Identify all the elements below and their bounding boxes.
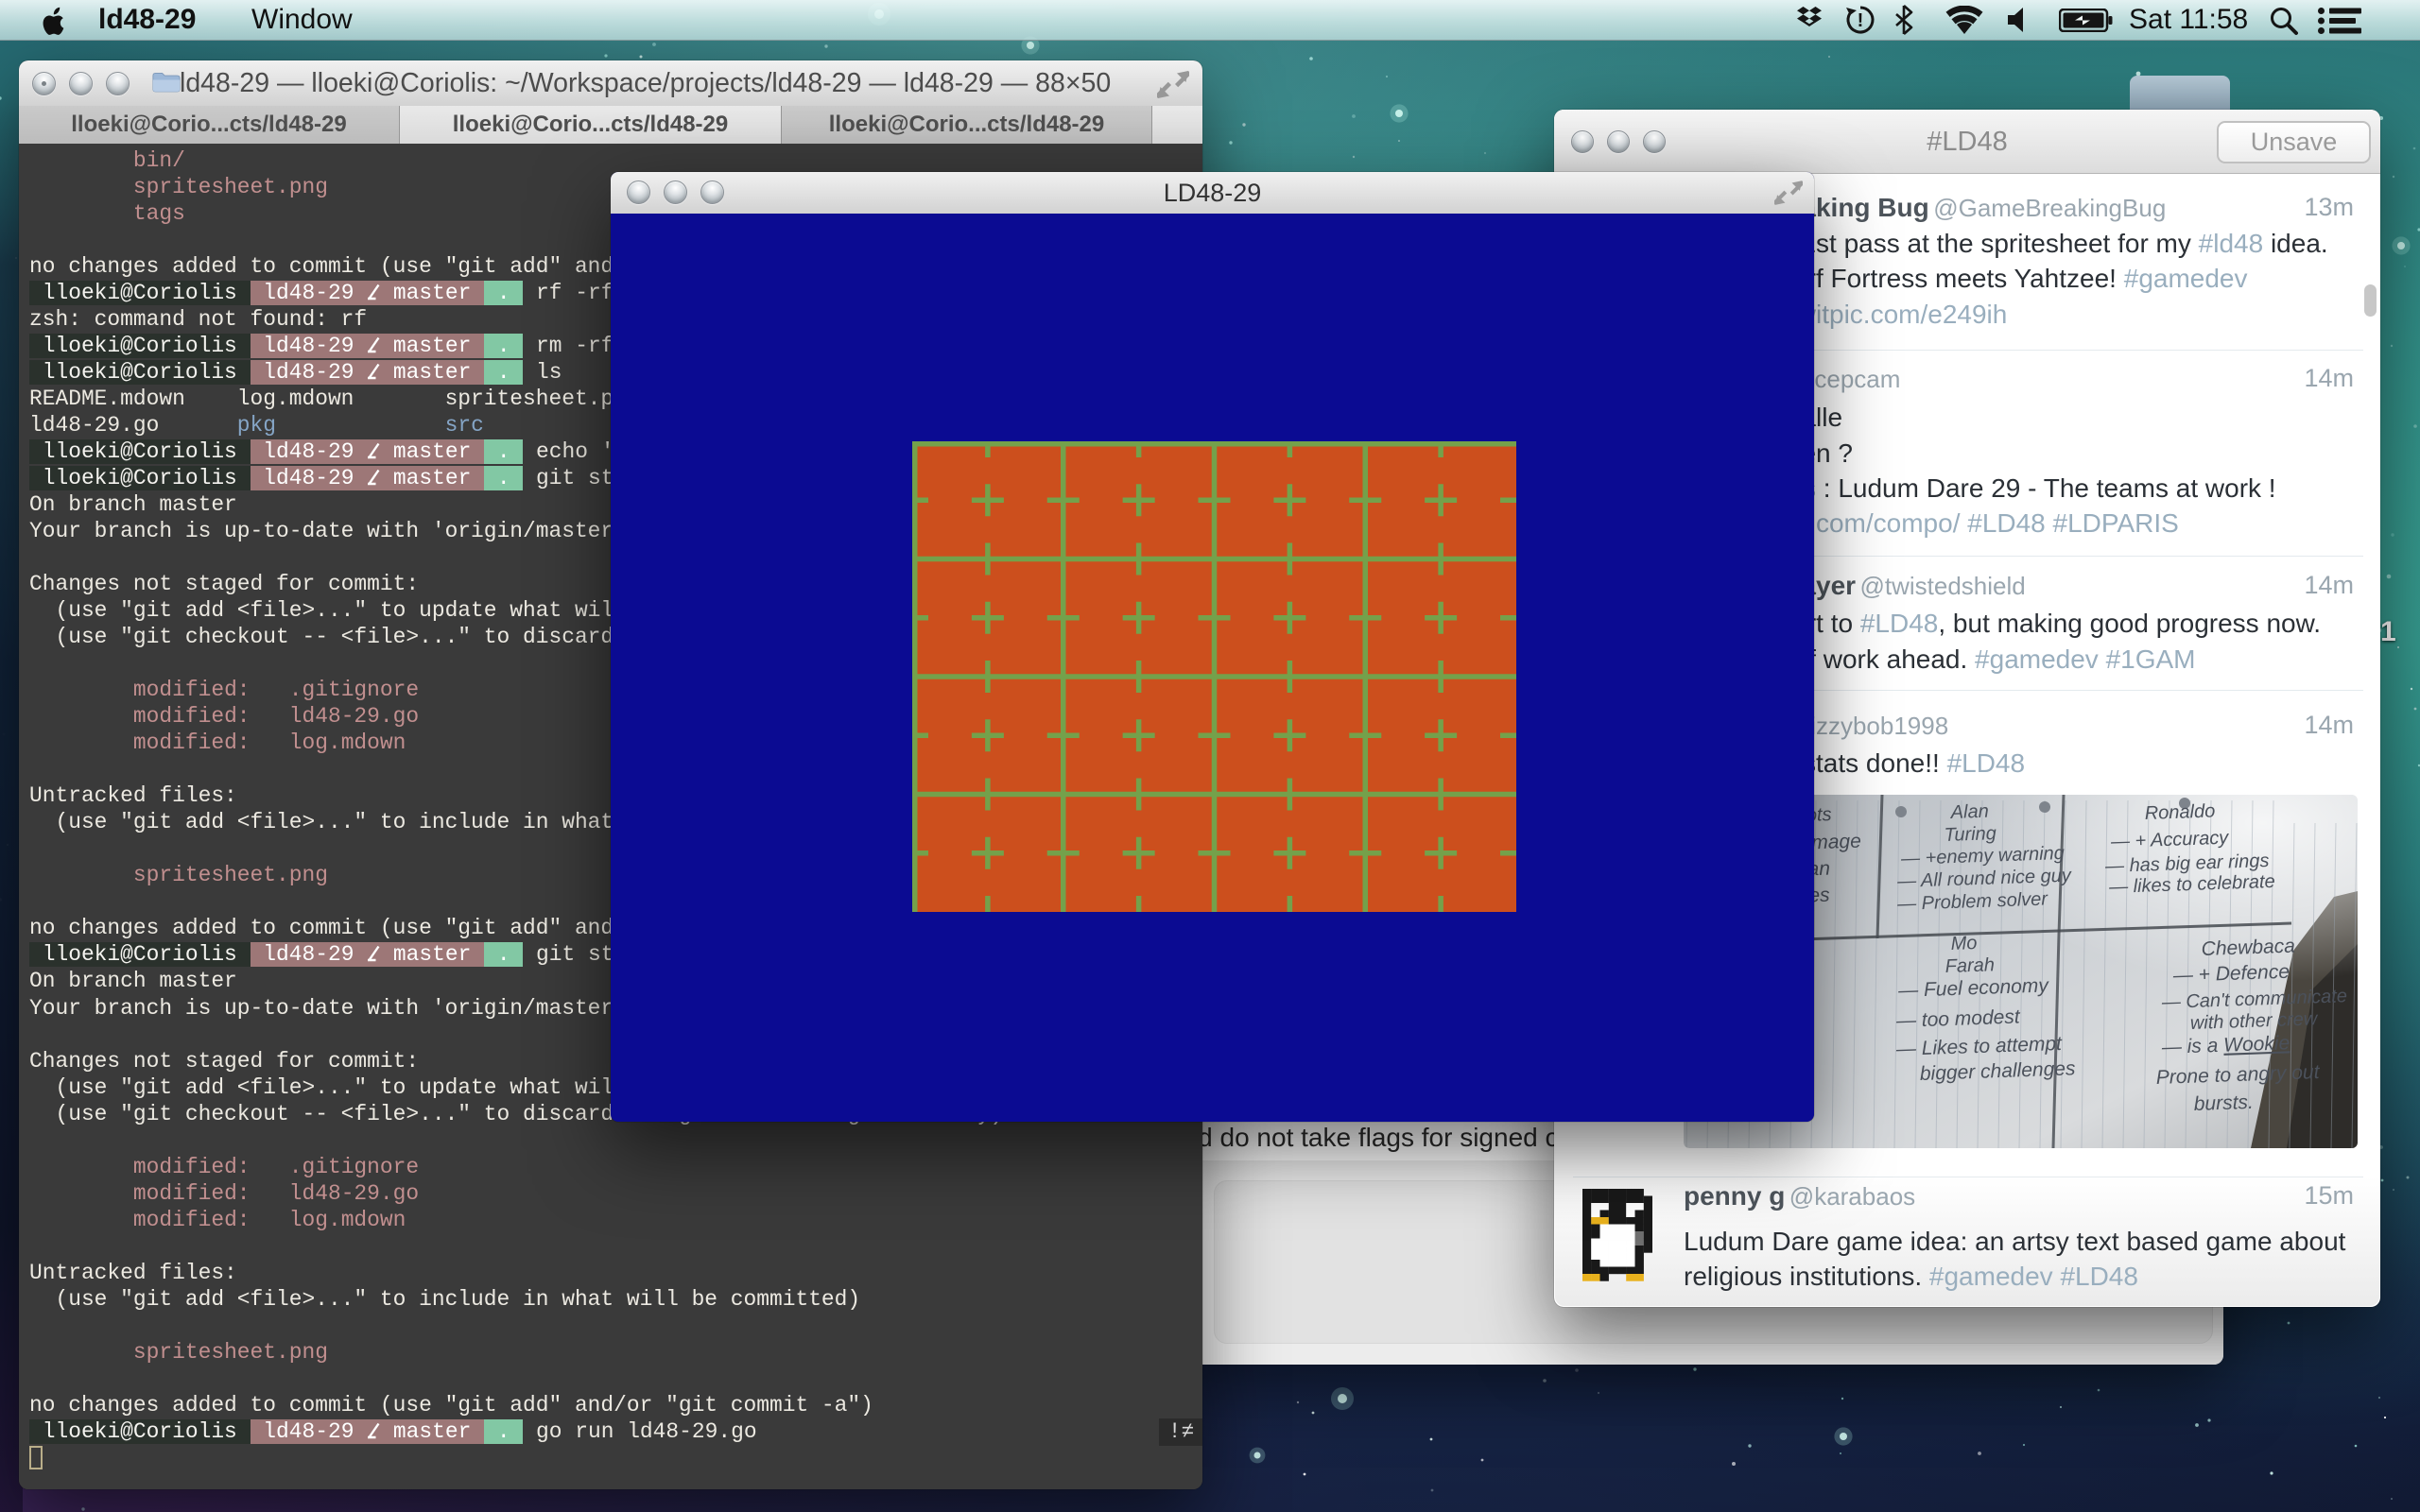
svg-text:— is a Wookie: — is a Wookie <box>2160 1032 2290 1058</box>
svg-text:bursts.: bursts. <box>2193 1091 2254 1115</box>
svg-text:— too modest: — too modest <box>1895 1005 2022 1032</box>
svg-text:Mo: Mo <box>1950 933 1978 954</box>
svg-text:Ronaldo: Ronaldo <box>2144 800 2215 824</box>
svg-text:Turing: Turing <box>1944 823 1996 846</box>
svg-text:!: ! <box>1858 10 1864 31</box>
svg-text:— + Defence: — + Defence <box>2171 961 2290 987</box>
svg-text:Alan: Alan <box>1949 801 1989 823</box>
svg-text:— + Accuracy: — + Accuracy <box>2110 828 2230 852</box>
svg-text:Chewbaca: Chewbaca <box>2201 936 2295 960</box>
svg-text:Farah: Farah <box>1945 954 1995 977</box>
